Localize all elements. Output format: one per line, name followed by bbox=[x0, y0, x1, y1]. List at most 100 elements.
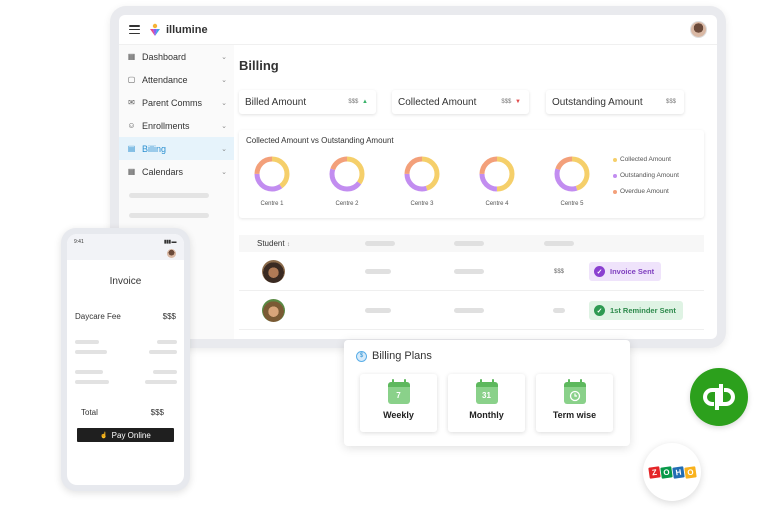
app-name: illumine bbox=[166, 23, 208, 36]
donut-svg bbox=[329, 156, 365, 192]
stat-card-billed[interactable]: Billed Amount $$$ ▲ bbox=[239, 90, 376, 114]
tablet-device: illumine ▦ Dashboard ⌄ ▢ Attendance ⌄ ✉ … bbox=[110, 6, 726, 348]
stat-label: Outstanding Amount bbox=[552, 96, 643, 108]
status-badge[interactable]: ✓ Invoice Sent bbox=[589, 262, 662, 281]
sidebar-item-label: Enrollments bbox=[142, 120, 190, 131]
pay-online-button[interactable]: ☝ Pay Online bbox=[77, 428, 174, 442]
stat-value: $$$ ▼ bbox=[501, 99, 521, 105]
menu-icon[interactable] bbox=[129, 25, 140, 34]
phone-device: 9:41 ▮▮▮ ▬ Invoice Daycare Fee $$$ Total… bbox=[61, 228, 190, 491]
donut-chart[interactable]: Centre 5 bbox=[547, 154, 597, 207]
billing-icon: ▤ bbox=[127, 144, 136, 153]
chevron-down-icon: ⌄ bbox=[221, 99, 227, 107]
chevron-down-icon: ⌄ bbox=[221, 53, 227, 61]
status-label: Invoice Sent bbox=[610, 267, 655, 276]
zoho-letter: O bbox=[659, 465, 673, 479]
chevron-down-icon: ⌄ bbox=[221, 76, 227, 84]
sidebar-item-attendance[interactable]: ▢ Attendance ⌄ bbox=[119, 68, 234, 91]
daycare-fee-line: Daycare Fee $$$ bbox=[75, 312, 176, 321]
calendar-icon: ▦ bbox=[127, 167, 136, 176]
line-placeholder bbox=[75, 350, 107, 354]
parent-comms-icon: ✉ bbox=[128, 98, 135, 107]
fee-label: Daycare Fee bbox=[75, 312, 121, 321]
table-row[interactable]: ✓ 1st Reminder Sent bbox=[239, 291, 704, 330]
page-title: Billing bbox=[239, 58, 279, 73]
total-line: Total $$$ bbox=[75, 408, 176, 417]
donut-svg bbox=[404, 156, 440, 192]
plan-monthly[interactable]: 31 Monthly bbox=[448, 374, 525, 432]
sidebar-item-billing[interactable]: ▤ Billing ⌄ bbox=[119, 137, 234, 160]
line-placeholder bbox=[157, 340, 177, 344]
donut-chart[interactable]: Centre 3 bbox=[397, 154, 447, 207]
line-placeholder bbox=[75, 370, 103, 374]
plan-label: Weekly bbox=[383, 410, 414, 420]
zoho-letter: O bbox=[683, 465, 697, 479]
user-avatar[interactable] bbox=[690, 21, 707, 38]
stat-value: $$$ bbox=[665, 99, 676, 105]
billing-showcase: illumine ▦ Dashboard ⌄ ▢ Attendance ⌄ ✉ … bbox=[0, 0, 780, 520]
plan-term-wise[interactable]: Term wise bbox=[536, 374, 613, 432]
sidebar-placeholder bbox=[129, 213, 209, 218]
billing-plans-title: Billing Plans bbox=[372, 350, 432, 362]
donut-chart[interactable]: Centre 2 bbox=[322, 154, 372, 207]
app-logo[interactable]: illumine bbox=[148, 23, 208, 37]
legend-item: Collected Amount bbox=[613, 156, 679, 163]
sidebar-item-enrollments[interactable]: ☺ Enrollments ⌄ bbox=[119, 114, 234, 137]
cell-placeholder bbox=[454, 269, 484, 274]
cell-placeholder bbox=[365, 269, 391, 274]
invoice-title: Invoice bbox=[109, 276, 142, 287]
plan-weekly[interactable]: 7 Weekly bbox=[360, 374, 437, 432]
calendar-month-icon: 31 bbox=[475, 379, 498, 404]
stat-label: Collected Amount bbox=[398, 96, 477, 108]
column-header-placeholder bbox=[365, 241, 395, 246]
stat-value: $$$ ▲ bbox=[348, 99, 368, 105]
student-avatar bbox=[262, 260, 285, 283]
sort-icon: ↕ bbox=[286, 242, 290, 248]
zoho-letter: H bbox=[671, 465, 685, 479]
phone-user-avatar[interactable] bbox=[167, 249, 176, 258]
app-screen: illumine ▦ Dashboard ⌄ ▢ Attendance ⌄ ✉ … bbox=[119, 15, 717, 339]
line-placeholder bbox=[153, 370, 177, 374]
zoho-logo: ZOHO bbox=[643, 443, 701, 501]
sidebar-item-parent-comms[interactable]: ✉ Parent Comms ⌄ bbox=[119, 91, 234, 114]
check-circle-icon: ✓ bbox=[594, 305, 605, 316]
main-content: Billing Billed Amount $$$ ▲ Collected Am… bbox=[234, 45, 717, 339]
line-placeholder bbox=[75, 340, 99, 344]
column-header-placeholder bbox=[544, 241, 574, 246]
legend-label: Outstanding Amount bbox=[620, 172, 679, 179]
quickbooks-icon bbox=[703, 384, 735, 410]
quickbooks-logo bbox=[690, 368, 748, 426]
enrollments-icon: ☺ bbox=[127, 121, 136, 130]
column-header-placeholder bbox=[454, 241, 484, 246]
attendance-icon: ▢ bbox=[127, 75, 136, 84]
dashboard-icon: ▦ bbox=[127, 52, 136, 61]
table-row[interactable]: $$$ ✓ Invoice Sent bbox=[239, 252, 704, 291]
plan-label: Term wise bbox=[552, 410, 597, 420]
donut-chart[interactable]: Centre 1 bbox=[247, 154, 297, 207]
sidebar-item-label: Dashboard bbox=[142, 51, 187, 62]
clock-icon bbox=[569, 390, 580, 402]
donut-chart[interactable]: Centre 4 bbox=[472, 154, 522, 207]
billing-plans-header: $ Billing Plans bbox=[356, 350, 432, 362]
donut-label: Centre 1 bbox=[260, 201, 284, 207]
plan-label: Monthly bbox=[469, 410, 504, 420]
stat-card-outstanding[interactable]: Outstanding Amount $$$ bbox=[546, 90, 684, 114]
top-bar: illumine bbox=[119, 15, 717, 45]
legend-item: Outstanding Amount bbox=[613, 172, 679, 179]
zoho-wordmark: ZOHO bbox=[647, 465, 697, 479]
trend-up-icon: ▲ bbox=[362, 99, 368, 105]
total-label: Total bbox=[81, 408, 98, 417]
trend-down-icon: ▼ bbox=[515, 99, 521, 105]
column-header-student[interactable]: Student ↕ bbox=[257, 239, 290, 248]
phone-time: 9:41 bbox=[74, 239, 84, 245]
sidebar-item-calendars[interactable]: ▦ Calendars ⌄ bbox=[119, 160, 234, 183]
line-placeholder bbox=[149, 350, 177, 354]
student-avatar bbox=[262, 299, 285, 322]
stat-card-collected[interactable]: Collected Amount $$$ ▼ bbox=[392, 90, 529, 114]
status-badge[interactable]: ✓ 1st Reminder Sent bbox=[589, 301, 683, 320]
dollar-coin-icon: $ bbox=[356, 350, 367, 362]
chevron-down-icon: ⌄ bbox=[221, 168, 227, 176]
sidebar-item-dashboard[interactable]: ▦ Dashboard ⌄ bbox=[119, 45, 234, 68]
billing-plans-card: $ Billing Plans 7 Weekly 31 Monthly Term… bbox=[344, 340, 630, 446]
total-value: $$$ bbox=[150, 408, 164, 417]
